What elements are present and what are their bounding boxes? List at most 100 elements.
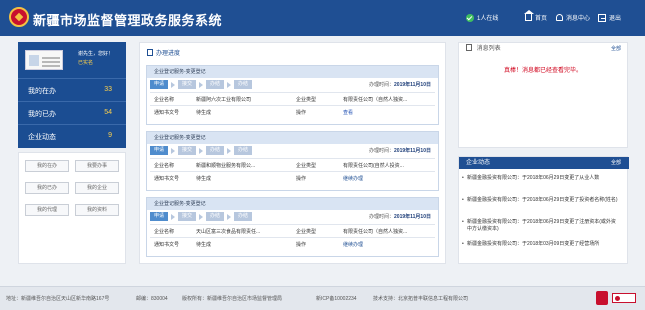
notice-number: 待生成 — [196, 110, 212, 116]
time-value: 2019年11月10日 — [394, 214, 431, 220]
quick-link-my-companies[interactable]: 我的企业 — [75, 182, 119, 194]
company-name: 新疆和顺物业服务有限公... — [196, 163, 256, 169]
quick-link-completed[interactable]: 我的已办 — [25, 182, 69, 194]
step-done: 办结 — [206, 212, 225, 221]
company-name: 新疆阿六次工业有限公司 — [196, 97, 252, 103]
field-label: 操作 — [296, 110, 307, 116]
news-header: 企业动态 全部 — [459, 157, 629, 169]
field-label: 企业名称 — [154, 229, 175, 235]
stat-label: 我的已办 — [28, 111, 56, 118]
footer-zip: 邮编：830004 — [136, 296, 168, 302]
messages-all-link[interactable]: 全部 — [611, 43, 621, 55]
quick-link-my-agents[interactable]: 我的代理 — [25, 204, 69, 216]
company-name: 天山区富三次食品有限责任... — [196, 229, 261, 235]
field-label: 通知书文号 — [154, 242, 180, 248]
task-title: 企业登记服务-变更登记 — [147, 132, 438, 144]
footer-address: 地址：新疆维吾尔自治区天山区新华南路167号 — [6, 296, 110, 302]
task-row: 通知书文号 待生成 操作 继续办理 — [150, 237, 435, 249]
time-label: 办理时间： — [369, 214, 395, 220]
logout-label: 退出 — [609, 16, 622, 22]
news-all-link[interactable]: 全部 — [611, 157, 621, 169]
step-apply: 申请 — [150, 80, 169, 89]
task-row: 企业名称 天山区富三次食品有限责任... 企业类型 有限责任公司（自然人独资..… — [150, 224, 435, 236]
stat-label: 企业动态 — [28, 134, 56, 141]
news-item[interactable]: 新疆金融投资有限公司：于2018年06月29日变更了从业人数 — [462, 175, 619, 182]
step-arrow-icon — [227, 81, 232, 88]
stat-count: 33 — [104, 86, 112, 93]
stat-label: 我的在办 — [28, 88, 56, 95]
view-action[interactable]: 查看 — [343, 109, 353, 116]
stat-in-progress[interactable]: 我的在办 33 — [18, 78, 126, 100]
step-submit: 接交 — [178, 80, 197, 89]
step-arrow-icon — [199, 81, 204, 88]
task-title: 企业登记服务-变更登记 — [147, 198, 438, 210]
step-arrow-icon — [199, 213, 204, 220]
task-title: 企业登记服务-变更登记 — [147, 66, 438, 78]
field-label: 企业名称 — [154, 163, 175, 169]
message-center-link[interactable]: 消息中心 — [556, 13, 590, 22]
site-title: 新疆市场监督管理政务服务系统 — [33, 13, 223, 28]
quick-link-start-service[interactable]: 我要办事 — [75, 160, 119, 172]
step-arrow-icon — [171, 213, 176, 220]
step-arrow-icon — [171, 81, 176, 88]
home-link[interactable]: 首页 — [524, 10, 547, 22]
news-item[interactable]: 新疆金融投资有限公司：于2018年03月09日变更了经营场所 — [462, 241, 619, 248]
continue-action[interactable]: 继续办理 — [343, 175, 363, 182]
quick-link-my-profile[interactable]: 我的资料 — [75, 204, 119, 216]
user-card: 谢先生，您好！ 已实名 我的在办 33 我的已办 54 企业动态 9 — [18, 42, 126, 148]
step-apply: 申请 — [150, 212, 169, 221]
messages-empty-notice: 真棒！消息都已经查看完毕。 — [503, 68, 582, 74]
field-label: 通知书文号 — [154, 176, 180, 182]
news-item[interactable]: 新疆金融投资有限公司：于2018年06月29日变更了注册资本(或外资中方认缴资本… — [462, 219, 619, 233]
logout-icon — [598, 13, 606, 22]
emblem-icon — [9, 7, 29, 27]
news-title: 企业动态 — [466, 160, 491, 166]
step-done: 办结 — [206, 146, 225, 155]
news-item[interactable]: 新疆金融投资有限公司：于2018年06月29日变更了投资者名称(姓名) — [462, 197, 619, 204]
message-center-label: 消息中心 — [566, 16, 591, 22]
task-row: 通知书文号 待生成 操作 查看 — [150, 105, 435, 117]
messages-panel: 消息列表 全部 真棒！消息都已经查看完毕。 — [458, 42, 628, 148]
stat-count: 54 — [104, 109, 112, 116]
top-header: 新疆市场监督管理政务服务系统 1人在线 首页 消息中心 退出 — [0, 0, 645, 36]
step-arrow-icon — [171, 147, 176, 154]
logout-link[interactable]: 退出 — [598, 13, 621, 22]
progress-steps: 申请 接交 办结 办结 — [150, 146, 253, 155]
company-type: 有限责任公司（自然人独资... — [343, 97, 408, 103]
online-count: 1人在线 — [477, 16, 499, 22]
step-done: 办结 — [234, 212, 253, 221]
task-row: 通知书文号 待生成 操作 继续办理 — [150, 171, 435, 183]
step-arrow-icon — [227, 147, 232, 154]
step-arrow-icon — [199, 147, 204, 154]
task-time: 办理时间：2019年11月10日 — [369, 147, 431, 154]
task-row: 企业名称 新疆阿六次工业有限公司 企业类型 有限责任公司（自然人独资... — [150, 92, 435, 104]
panel-title-text: 办理进度 — [156, 51, 181, 57]
task-row: 企业名称 新疆和顺物业服务有限公... 企业类型 有限责任公司(自然人投资... — [150, 158, 435, 170]
error-report-badge-icon[interactable] — [612, 293, 636, 303]
step-done: 办结 — [234, 80, 253, 89]
task-card: 企业登记服务-变更登记 申请 接交 办结 办结 办理时间：2019年11月10日… — [146, 197, 439, 257]
time-value: 2019年11月10日 — [394, 148, 431, 154]
message-list-icon — [466, 44, 472, 51]
quick-link-in-progress[interactable]: 我的在办 — [25, 160, 69, 172]
notice-number: 待生成 — [196, 242, 212, 248]
time-value: 2019年11月10日 — [394, 82, 431, 88]
id-card-avatar — [25, 50, 63, 70]
field-label: 操作 — [296, 176, 307, 182]
progress-steps: 申请 接交 办结 办结 — [150, 212, 253, 221]
field-label: 通知书文号 — [154, 110, 180, 116]
task-time: 办理时间：2019年11月10日 — [369, 81, 431, 88]
notice-number: 待生成 — [196, 176, 212, 182]
home-icon — [524, 10, 534, 21]
stat-completed[interactable]: 我的已办 54 — [18, 101, 126, 123]
time-label: 办理时间： — [369, 148, 395, 154]
government-site-badge-icon[interactable] — [596, 291, 608, 305]
stat-count: 9 — [108, 132, 112, 139]
stat-company-news[interactable]: 企业动态 9 — [18, 124, 126, 146]
quick-links-panel: 我的在办 我要办事 我的已办 我的企业 我的代理 我的资料 — [18, 152, 126, 264]
company-type: 有限责任公司(自然人投资... — [343, 163, 404, 169]
company-type: 有限责任公司（自然人独资... — [343, 229, 408, 235]
online-indicator: 1人在线 — [466, 13, 498, 22]
continue-action[interactable]: 继续办理 — [343, 241, 363, 248]
field-label: 企业类型 — [296, 97, 317, 103]
